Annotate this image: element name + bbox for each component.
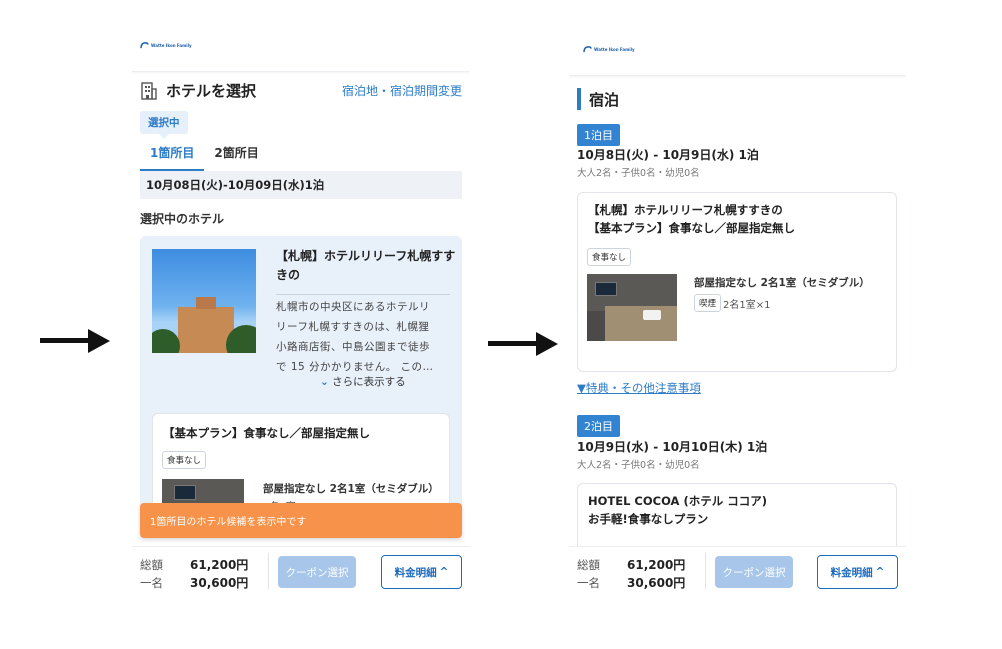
page-header: ホテルを選択 xyxy=(140,80,256,101)
page-title: ホテルを選択 xyxy=(166,82,257,100)
change-stay-link[interactable]: 宿泊地・宿泊期間変更 xyxy=(342,82,462,99)
fee-details-button[interactable]: 料金明細 ^ xyxy=(817,555,898,589)
smoking-tag: 喫煙 xyxy=(694,294,722,312)
divider xyxy=(705,553,706,589)
tab-location-1[interactable]: 1箇所目 xyxy=(140,140,205,171)
night-guests-2: 大人2名・子供0名・幼児0名 xyxy=(577,460,700,471)
plan-title: HOTEL COCOA (ホテル ココア) お手軽!食事なしプラン xyxy=(588,494,767,527)
chevron-down-icon: ⌄ xyxy=(320,376,329,388)
coupon-select-button[interactable]: クーポン選択 xyxy=(715,556,793,588)
room-capacity: 2名1室×1 xyxy=(723,300,771,311)
price-bottom-bar: 総額 61,200円 一名 30,600円 クーポン選択 料金明細 ^ xyxy=(569,546,906,594)
night-badge-2: 2泊目 xyxy=(577,415,620,437)
night-badge-1: 1泊目 xyxy=(577,124,620,146)
coupon-select-button[interactable]: クーポン選択 xyxy=(278,556,356,588)
logo-arc-icon xyxy=(583,46,592,53)
page-title: 宿泊 xyxy=(589,91,620,109)
night-guests-1: 大人2名・子供0名・幼児0名 xyxy=(577,168,700,179)
meal-tag: 食事なし xyxy=(587,248,632,266)
show-more-link[interactable]: ⌄ さらに表示する xyxy=(320,374,406,389)
stay-summary-screen: Watte Ikon Family 宿泊 1泊目 10月8日(火) - 10月9… xyxy=(569,30,906,594)
room-photo xyxy=(587,274,677,341)
divider xyxy=(268,553,269,589)
total-label: 総額 xyxy=(577,558,600,572)
plan-title: 【札幌】ホテルリリーフ札幌すすきの 【基本プラン】食事なし／部屋指定無し xyxy=(588,203,795,236)
selected-badge: 選択中 xyxy=(140,111,188,139)
per-person-value: 30,600円 xyxy=(627,576,686,590)
total-value: 61,200円 xyxy=(627,558,686,572)
app-header: Watte Ikon Family xyxy=(569,30,906,76)
logo-text: Watte Ikon Family xyxy=(151,43,192,48)
hotel-name[interactable]: 【札幌】ホテルリリーフ札幌すす きの xyxy=(276,247,456,285)
hotel-description: 札幌市の中央区にあるホテルリ リーフ札幌すすきのは、札幌狸 小路商店街、中島公園… xyxy=(276,301,434,373)
brand-logo: Watte Ikon Family xyxy=(140,42,192,49)
app-header: Watte Ikon Family xyxy=(132,30,470,72)
logo-arc-icon xyxy=(140,42,149,49)
per-person-value: 30,600円 xyxy=(190,576,249,590)
night-dates-2: 10月9日(水) - 10月10日(木) 1泊 xyxy=(577,440,768,454)
fee-details-button[interactable]: 料金明細 ^ xyxy=(381,555,462,589)
selected-hotel-card[interactable]: 【札幌】ホテルリリーフ札幌すす きの 札幌市の中央区にあるホテルリ リーフ札幌す… xyxy=(140,236,462,536)
night-dates-1: 10月8日(火) - 10月9日(水) 1泊 xyxy=(577,148,759,162)
room-type: 部屋指定なし 2名1室（セミダブル） xyxy=(694,277,870,289)
right-arrow-icon xyxy=(40,328,110,354)
price-bottom-bar: 総額 61,200円 一名 30,600円 クーポン選択 料金明細 ^ xyxy=(132,546,470,594)
location-tabs: 1箇所目 2箇所目 xyxy=(140,140,462,172)
chevron-up-icon: ^ xyxy=(875,566,885,578)
hotel-select-screen: Watte Ikon Family ホテルを選択 宿泊地・宿泊期間変更 選択中 … xyxy=(132,30,470,594)
right-arrow-icon xyxy=(488,331,558,357)
selected-hotel-heading: 選択中のホテル xyxy=(140,212,225,226)
per-person-label: 一名 xyxy=(577,576,600,590)
tab-location-2[interactable]: 2箇所目 xyxy=(204,140,268,171)
divider xyxy=(276,294,450,295)
room-type: 部屋指定なし 2名1室（セミダブル） xyxy=(263,483,439,495)
hotel-photo xyxy=(152,249,256,353)
hotel-building-icon xyxy=(140,81,158,101)
total-value: 61,200円 xyxy=(190,558,249,572)
title-accent-bar xyxy=(577,88,581,110)
per-person-label: 一名 xyxy=(140,576,163,590)
brand-logo: Watte Ikon Family xyxy=(583,46,635,53)
chevron-up-icon: ^ xyxy=(439,566,449,578)
plan-title: 【基本プラン】食事なし／部屋指定無し xyxy=(163,426,370,440)
plan-card[interactable]: 【札幌】ホテルリリーフ札幌すすきの 【基本プラン】食事なし／部屋指定無し 食事な… xyxy=(577,192,897,372)
meal-tag: 食事なし xyxy=(162,451,207,469)
info-toast: 1箇所目のホテル候補を表示中です xyxy=(140,503,462,538)
total-label: 総額 xyxy=(140,558,163,572)
stay-date-strip: 10月08日(火)-10月09日(水)1泊 xyxy=(140,171,462,199)
logo-text: Watte Ikon Family xyxy=(594,47,635,52)
benefits-notes-link[interactable]: ▼特典・その他注意事項 xyxy=(577,380,701,396)
